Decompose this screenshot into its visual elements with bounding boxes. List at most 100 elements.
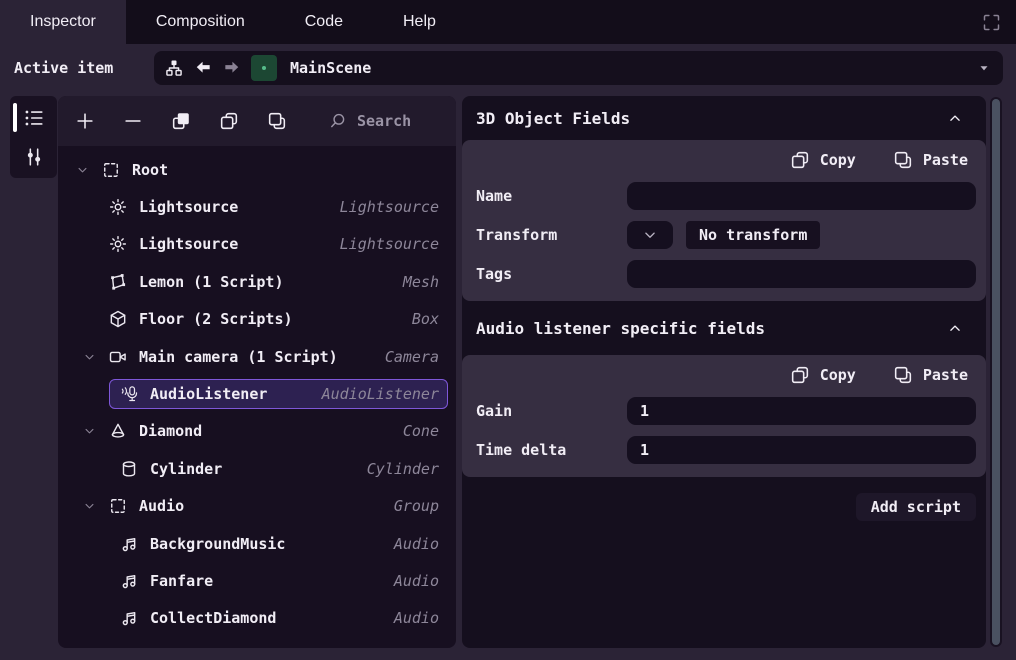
group-icon xyxy=(107,496,128,517)
tab-composition[interactable]: Composition xyxy=(126,0,275,44)
light-icon xyxy=(107,197,128,218)
tree-item-lemon-1-script[interactable]: Lemon (1 Script)Mesh xyxy=(58,263,456,300)
search-input[interactable] xyxy=(357,112,456,130)
tree-item-body[interactable]: CylinderCylinder xyxy=(109,454,448,484)
tree-item-cylinder[interactable]: CylinderCylinder xyxy=(58,450,456,487)
tree-item-type: Audio xyxy=(394,535,439,553)
tree-item-main-camera-1-script[interactable]: Main camera (1 Script)Camera xyxy=(58,338,456,375)
tree-item-lightsource[interactable]: LightsourceLightsource xyxy=(58,226,456,263)
tree-item-body[interactable]: DiamondCone xyxy=(98,416,448,446)
box-icon xyxy=(107,309,128,330)
tree-item-type: Audio xyxy=(394,572,439,590)
time-delta-input[interactable] xyxy=(627,436,976,464)
tags-input[interactable] xyxy=(627,260,976,288)
tree-item-name: Root xyxy=(132,161,168,179)
field-row-transform: TransformNo transform xyxy=(462,215,986,254)
tree-item-body[interactable]: BackgroundMusicAudio xyxy=(109,529,448,559)
field-row-time-delta: Time delta xyxy=(462,430,986,469)
active-item-selector[interactable]: MainScene xyxy=(154,51,1003,85)
tree-item-body[interactable]: CollectDiamondAudio xyxy=(109,603,448,633)
tree-item-backgroundmusic[interactable]: BackgroundMusicAudio xyxy=(58,525,456,562)
expander-chevron-icon[interactable] xyxy=(75,162,90,177)
tree-item-body[interactable]: AudioGroup xyxy=(98,491,448,521)
dropdown-caret-icon[interactable] xyxy=(977,61,991,75)
tree-item-body[interactable]: Fanfare Audio xyxy=(109,566,448,596)
tree-item-collectdiamond[interactable]: CollectDiamondAudio xyxy=(58,600,456,637)
collapse-section-button[interactable] xyxy=(944,107,966,129)
paste-item-button[interactable] xyxy=(266,110,288,132)
active-item-row: Active item MainScene xyxy=(0,44,1016,92)
filters-button[interactable] xyxy=(10,137,57,176)
name-input[interactable] xyxy=(627,182,976,210)
expander-chevron-icon[interactable] xyxy=(82,499,97,514)
tree-item-floor-2-scripts[interactable]: Floor (2 Scripts) Box xyxy=(58,301,456,338)
copy-item-button[interactable] xyxy=(218,110,240,132)
field-row-tags: Tags xyxy=(462,254,986,293)
tree-view-button[interactable] xyxy=(10,98,57,137)
section-card: CopyPasteGainTime delta xyxy=(462,355,986,477)
note-icon xyxy=(118,608,139,629)
note-icon xyxy=(118,570,139,591)
tree-item-type: Group xyxy=(394,497,439,515)
search-icon xyxy=(328,111,348,131)
add-script-button[interactable]: Add script xyxy=(856,493,976,521)
fullscreen-button[interactable] xyxy=(976,7,1006,37)
paste-fields-button[interactable]: Paste xyxy=(892,364,968,386)
scene-tree-panel: RootLightsourceLightsourceLightsourceLig… xyxy=(58,96,456,648)
add-script-row: Add script xyxy=(462,477,986,521)
expander-chevron-icon[interactable] xyxy=(82,424,97,439)
tab-inspector[interactable]: Inspector xyxy=(0,0,126,44)
collapse-section-button[interactable] xyxy=(944,317,966,339)
paste-fields-button[interactable]: Paste xyxy=(892,149,968,171)
tree-item-type: Mesh xyxy=(403,273,439,291)
tree-item-body[interactable]: Lemon (1 Script)Mesh xyxy=(98,267,448,297)
copy-fields-button[interactable]: Copy xyxy=(789,149,856,171)
copy-fields-button[interactable]: Copy xyxy=(789,364,856,386)
tree-item-body[interactable]: Root xyxy=(91,155,448,185)
tree-item-diamond[interactable]: DiamondCone xyxy=(58,413,456,450)
tree-item-body[interactable]: AudioListenerAudioListener xyxy=(109,379,448,409)
no-transform-button[interactable]: No transform xyxy=(686,221,820,249)
field-control xyxy=(627,182,976,210)
hierarchy-icon[interactable] xyxy=(164,58,184,78)
tree-item-audiolistener[interactable]: AudioListenerAudioListener xyxy=(58,375,456,412)
forward-arrow-icon[interactable] xyxy=(222,58,242,78)
gain-input[interactable] xyxy=(627,397,976,425)
tree-item-body[interactable]: Lightsource Lightsource xyxy=(98,192,448,222)
light-icon xyxy=(107,234,128,255)
field-label: Tags xyxy=(476,265,627,283)
copy-fields-button-label: Copy xyxy=(820,366,856,384)
tree-item-name: Main camera (1 Script) xyxy=(139,348,338,366)
transform-dropdown-button[interactable] xyxy=(627,221,673,249)
add-item-button[interactable] xyxy=(74,110,96,132)
field-control xyxy=(627,260,976,288)
view-mode-sidebar xyxy=(10,96,57,178)
scrollbar-track[interactable] xyxy=(990,97,1002,647)
field-control xyxy=(627,436,976,464)
tree-item-body[interactable]: Floor (2 Scripts) Box xyxy=(98,304,448,334)
paste-fields-button-label: Paste xyxy=(923,366,968,384)
expander-chevron-icon[interactable] xyxy=(82,349,97,364)
tree-item-audio[interactable]: AudioGroup xyxy=(58,488,456,525)
tree-item-lightsource[interactable]: Lightsource Lightsource xyxy=(58,188,456,225)
tree-item-fanfare[interactable]: Fanfare Audio xyxy=(58,562,456,599)
tree-item-type: Box xyxy=(412,310,439,328)
remove-item-button[interactable] xyxy=(122,110,144,132)
tree-item-name: Floor (2 Scripts) xyxy=(139,310,293,328)
tree-item-name: Fanfare xyxy=(150,572,213,590)
copy-icon xyxy=(789,149,811,171)
duplicate-item-button[interactable] xyxy=(170,110,192,132)
main-tabs: InspectorCompositionCodeHelp xyxy=(0,0,466,44)
tree-item-root[interactable]: Root xyxy=(58,151,456,188)
copy-paste-row: Copy Paste xyxy=(462,357,986,391)
tree-item-name: Lightsource xyxy=(139,198,238,216)
tree-item-type: Audio xyxy=(394,609,439,627)
back-arrow-icon[interactable] xyxy=(193,58,213,78)
tree-item-type: Lightsource xyxy=(340,198,439,216)
tab-code[interactable]: Code xyxy=(275,0,373,44)
tree-item-body[interactable]: Main camera (1 Script)Camera xyxy=(98,342,448,372)
scrollbar-thumb[interactable] xyxy=(992,99,1000,645)
tab-help[interactable]: Help xyxy=(373,0,466,44)
tree-item-body[interactable]: LightsourceLightsource xyxy=(98,229,448,259)
tree-item-name: Diamond xyxy=(139,422,202,440)
